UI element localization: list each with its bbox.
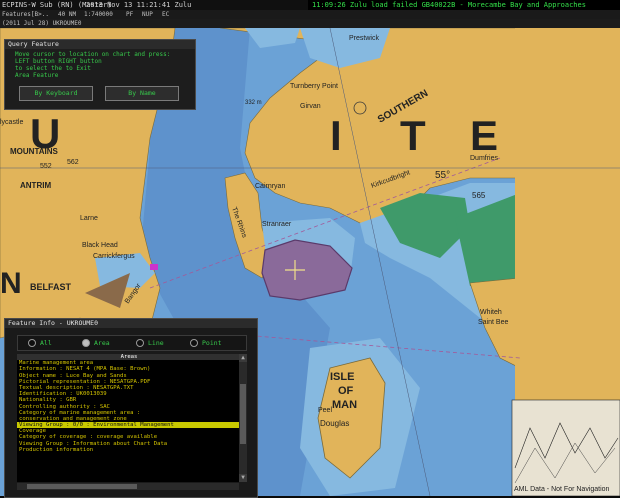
query-feature-instructions: Move cursor to location on chart and pre… <box>15 51 189 79</box>
title-bar: ECPINS-W Sub (RN) (Master) 2013 Nov 13 1… <box>0 0 620 10</box>
inset-diagram <box>511 399 620 496</box>
features-menu[interactable]: Features[B>.. <box>2 10 49 19</box>
label-552: 552 <box>40 163 52 170</box>
label-prestwick: Prestwick <box>349 35 379 42</box>
label-565: 565 <box>472 191 486 200</box>
radio-dot-icon <box>136 339 144 347</box>
aml-disclaimer: AML Data - Not For Navigation <box>514 486 610 493</box>
range-readout[interactable]: 40 NM <box>58 10 76 19</box>
radio-dot-icon <box>28 339 36 347</box>
label-girvan: Girvan <box>300 103 321 110</box>
feature-info-dialog: Feature Info - UKROUME0 All Area Line Po… <box>4 318 258 498</box>
feature-info-title: Feature Info - UKROUME0 <box>5 319 257 328</box>
label-cairnryan: Cairnryan <box>255 183 285 190</box>
status-message: 11:09:26 Zulu load failed GB40022B - Mor… <box>308 0 620 10</box>
instruction-line: LEFT button RIGHT button <box>15 58 102 65</box>
label-turnberry: Turnberry Point <box>290 83 338 90</box>
label-stbees: Saint Bee <box>478 319 508 326</box>
label-of: OF <box>338 385 354 397</box>
nup-toggle[interactable]: NUP <box>142 10 153 19</box>
filter-area-label: Area <box>94 339 110 347</box>
hscroll-thumb[interactable] <box>27 484 137 489</box>
radio-dot-selected-icon <box>82 339 90 347</box>
filter-line-radio[interactable]: Line <box>136 339 164 347</box>
label-belfast: BELFAST <box>30 282 72 292</box>
filter-point-label: Point <box>202 339 222 347</box>
filter-all-radio[interactable]: All <box>28 339 52 347</box>
pf-toggle[interactable]: PF <box>126 10 133 19</box>
vertical-scrollbar[interactable]: ▲ ▼ <box>239 354 247 482</box>
radio-dot-icon <box>190 339 198 347</box>
label-larne: Larne <box>80 215 98 222</box>
instruction-line: Area Feature <box>15 72 59 79</box>
chart-edition: (2011 Jul 28) UKROUME0 <box>2 20 82 27</box>
label-whitehaven: Whiteh <box>480 309 502 316</box>
scroll-down-icon[interactable]: ▼ <box>239 474 247 482</box>
label-big-i: I <box>330 112 342 159</box>
query-feature-title: Query Feature <box>5 40 195 49</box>
label-stranraer: Stranraer <box>262 221 292 228</box>
label-big-e: E <box>470 112 498 159</box>
label-lycastle: lycastle <box>0 119 23 126</box>
chart-info-bar: (2011 Jul 28) UKROUME0 <box>0 19 620 28</box>
feature-filter-group: All Area Line Point <box>17 335 247 351</box>
label-big-t: T <box>400 112 426 159</box>
ec-toggle[interactable]: EC <box>162 10 169 19</box>
label-562: 562 <box>67 159 79 166</box>
scroll-thumb[interactable] <box>240 384 246 444</box>
filter-all-label: All <box>40 339 52 347</box>
query-feature-dialog: Query Feature Move cursor to location on… <box>4 39 196 110</box>
instruction-line: to select the to Exit <box>15 65 91 72</box>
label-blackhead: Black Head <box>82 242 118 249</box>
feature-attribute-list[interactable]: Areas Marine management area Information … <box>17 354 239 482</box>
filter-line-label: Line <box>148 339 164 347</box>
label-big-u: U <box>30 110 60 157</box>
label-carrickfergus: Carrickfergus <box>93 253 135 260</box>
instruction-line: Move cursor to location on chart and pre… <box>15 51 171 58</box>
filter-area-radio[interactable]: Area <box>82 339 110 347</box>
berth-marker <box>150 264 158 270</box>
filter-point-radio[interactable]: Point <box>190 339 222 347</box>
horizontal-scrollbar[interactable] <box>17 483 239 490</box>
by-keyboard-button[interactable]: By Keyboard <box>19 86 93 101</box>
by-name-button[interactable]: By Name <box>105 86 179 101</box>
feature-attribute-row[interactable]: Production information <box>17 447 239 453</box>
label-douglas: Douglas <box>320 419 349 428</box>
toolbar: Features[B>.. 40 NM 1:740000 PF NUP EC <box>0 10 620 19</box>
label-man: MAN <box>332 399 357 411</box>
label-antrim: ANTRIM <box>20 181 51 190</box>
label-isle: ISLE <box>330 371 354 383</box>
label-big-n: N <box>0 267 22 300</box>
label-peel: Peel <box>318 407 332 414</box>
scale-readout[interactable]: 1:740000 <box>84 10 113 19</box>
label-332: 332 m <box>245 100 262 106</box>
datetime: 2013 Nov 13 11:21:41 Zulu <box>86 1 192 9</box>
scroll-up-icon[interactable]: ▲ <box>239 354 247 362</box>
label-lat-55: 55° <box>435 170 450 181</box>
chart-notes-panel <box>516 30 620 320</box>
